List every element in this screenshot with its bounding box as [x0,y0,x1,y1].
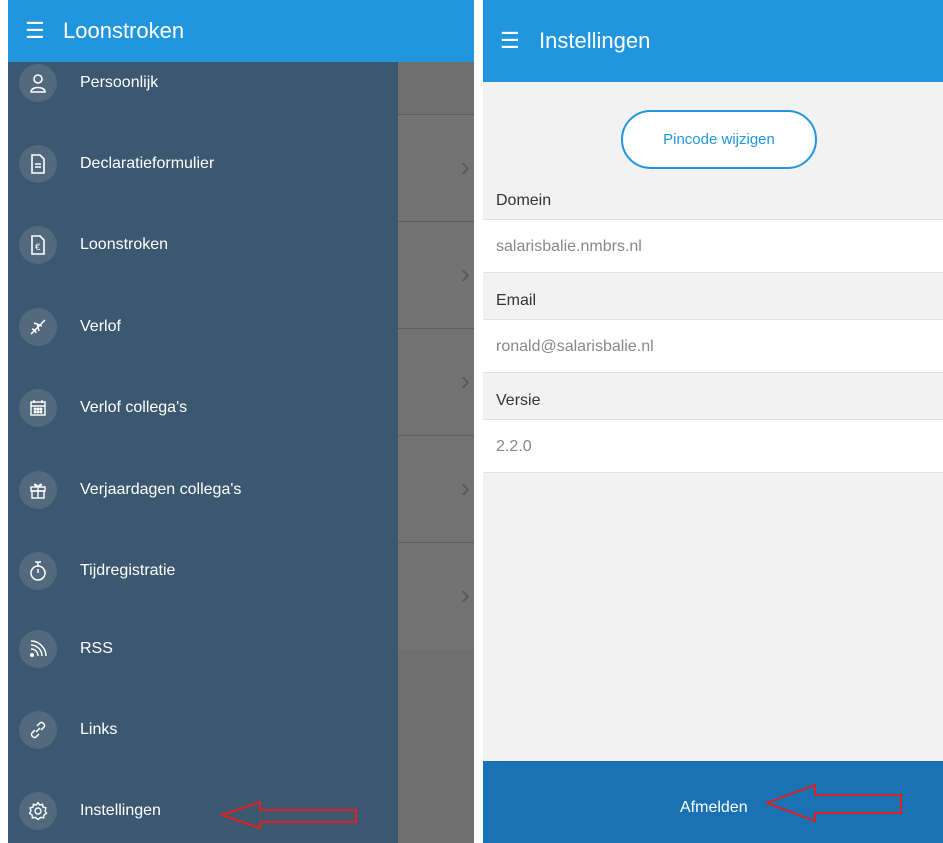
version-value: 2.2.0 [496,438,532,455]
stopwatch-icon [19,552,57,590]
version-field: 2.2.0 [483,419,943,473]
hamburger-menu-icon[interactable]: ☰ [25,20,47,42]
list-item: › [398,328,474,436]
list-item: › [398,114,474,222]
email-value: ronald@salarisbalie.nl [496,338,654,355]
svg-text:€: € [35,243,41,253]
menu-item-tijdregistratie[interactable]: Tijdregistratie [8,551,398,591]
menu-item-label: Verlof [80,318,121,335]
airplane-icon [19,308,57,346]
logout-bar[interactable]: Afmelden [483,761,943,843]
person-icon [19,64,57,102]
domain-field: salarisbalie.nmbrs.nl [483,219,943,273]
list-item: › [398,435,474,543]
email-field: ronald@salarisbalie.nl [483,319,943,373]
logout-button[interactable]: Afmelden [680,799,748,817]
menu-item-verlof-collegas[interactable]: Verlof collega's [8,388,398,428]
right-screen: ☰ Instellingen Pincode wijzigen Domein s… [483,0,943,843]
list-item: › [398,542,474,650]
menu-item-links[interactable]: Links [8,710,398,750]
chevron-right-icon: › [460,151,470,182]
left-screen: ☰ Loonstroken › › › › › Persoonlijk Decl… [8,0,474,843]
chevron-right-icon: › [460,365,470,396]
list-item: › [398,221,474,329]
menu-item-label: Persoonlijk [80,74,159,91]
link-icon [19,711,57,749]
menu-item-label: Tijdregistratie [80,562,176,579]
app-bar: ☰ Instellingen [483,0,943,82]
change-pin-button[interactable]: Pincode wijzigen [621,110,817,169]
gear-icon [19,792,57,830]
annotation-arrow-left [220,800,357,830]
chevron-right-icon: › [460,258,470,289]
menu-item-label: Instellingen [80,802,161,819]
menu-item-label: Verlof collega's [80,399,188,416]
rss-icon [19,630,57,668]
menu-item-loonstroken[interactable]: € Loonstroken [8,225,398,265]
app-bar: ☰ Loonstroken [8,0,474,62]
domain-label: Domein [496,192,552,209]
app-bar-title: Instellingen [539,28,651,53]
chevron-right-icon: › [460,579,470,610]
calendar-icon [19,389,57,427]
menu-item-label: RSS [80,640,113,657]
background-list: › › › › › [398,62,474,843]
navigation-drawer: Persoonlijk Declaratieformulier € Loonst… [8,62,398,843]
gift-icon [19,471,57,509]
domain-value: salarisbalie.nmbrs.nl [496,238,642,255]
euro-document-icon: € [19,226,57,264]
menu-item-rss[interactable]: RSS [8,629,398,669]
menu-item-declaratieformulier[interactable]: Declaratieformulier [8,144,398,184]
hamburger-menu-icon[interactable]: ☰ [500,30,522,52]
menu-item-label: Links [80,721,118,738]
menu-item-label: Declaratieformulier [80,155,215,172]
app-bar-title: Loonstroken [63,18,185,43]
document-icon [19,145,57,183]
email-label: Email [496,292,537,309]
menu-item-verjaardagen-collegas[interactable]: Verjaardagen collega's [8,470,398,510]
version-label: Versie [496,392,541,409]
menu-item-persoonlijk[interactable]: Persoonlijk [8,63,398,103]
chevron-right-icon: › [460,472,470,503]
menu-item-label: Verjaardagen collega's [80,481,242,498]
annotation-arrow-right [765,783,902,823]
menu-item-label: Loonstroken [80,236,169,253]
menu-item-verlof[interactable]: Verlof [8,307,398,347]
